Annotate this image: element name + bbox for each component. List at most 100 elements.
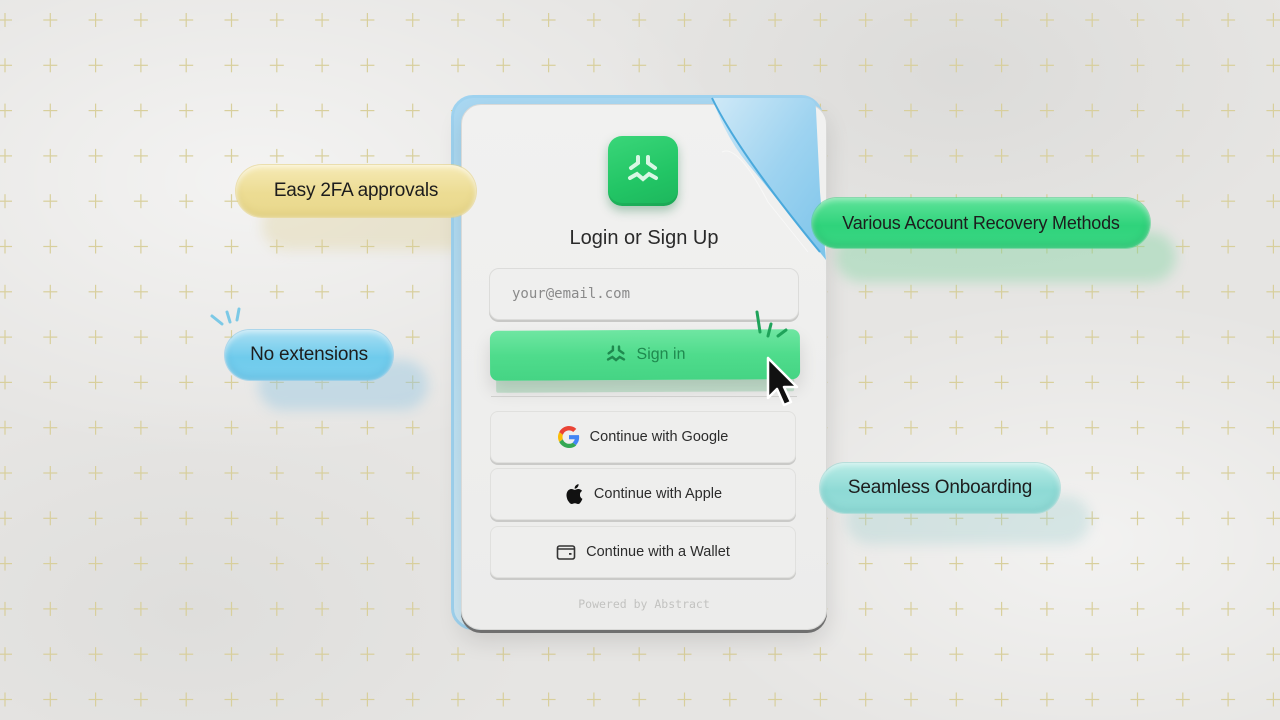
grid-cross: [43, 601, 58, 616]
apple-icon: [566, 484, 583, 505]
abstract-logo-icon: [628, 155, 658, 182]
grid-cross: [949, 692, 964, 707]
grid-cross: [88, 375, 103, 390]
grid-cross: [43, 692, 58, 707]
grid-cross: [1130, 13, 1145, 27]
grid-cross: [904, 375, 918, 390]
grid-cross: [1175, 375, 1190, 390]
grid-cross: [858, 647, 873, 662]
login-title: Login or Sign Up: [569, 227, 719, 249]
grid-cross: [0, 375, 12, 390]
grid-cross: [360, 13, 375, 27]
grid-cross: [768, 13, 783, 27]
grid-cross: [632, 58, 647, 73]
grid-cross: [0, 58, 12, 73]
grid-cross: [1221, 375, 1236, 390]
grid-cross: [858, 148, 873, 163]
grid-cross: [858, 330, 873, 345]
grid-cross: [949, 601, 964, 616]
grid-cross: [43, 239, 58, 254]
grid-cross: [1175, 239, 1190, 254]
grid-cross: [994, 13, 1009, 27]
grid-cross: [1039, 375, 1054, 390]
continue-with-google-button[interactable]: Continue with Google: [490, 411, 796, 463]
grid-cross: [1175, 556, 1190, 571]
feature-pill-2fa: Easy 2FA approvals: [236, 165, 476, 217]
grid-cross: [1221, 13, 1236, 27]
grid-cross: [133, 330, 148, 345]
continue-with-wallet-button[interactable]: Continue with a Wallet: [490, 526, 796, 578]
grid-cross: [1266, 420, 1280, 435]
grid-cross: [994, 601, 1009, 616]
grid-cross: [133, 194, 148, 209]
grid-cross: [1130, 58, 1145, 73]
grid-cross: [541, 13, 556, 27]
grid-cross: [269, 647, 284, 662]
grid-cross: [949, 647, 964, 662]
grid-cross: [858, 692, 873, 707]
grid-cross: [179, 194, 194, 209]
grid-cross: [224, 13, 239, 27]
grid-cross: [1085, 466, 1100, 480]
grid-cross: [179, 330, 194, 345]
grid-cross: [315, 647, 330, 662]
grid-cross: [43, 148, 58, 163]
grid-cross: [949, 375, 964, 390]
grid-cross: [632, 13, 647, 27]
grid-cross: [1266, 103, 1280, 118]
grid-cross: [0, 13, 12, 27]
grid-cross: [269, 556, 284, 571]
grid-cross: [88, 239, 103, 254]
grid-cross: [405, 284, 420, 299]
grid-cross: [1085, 601, 1100, 616]
feature-pill-label: Seamless Onboarding: [847, 477, 1033, 498]
grid-cross: [224, 692, 239, 707]
grid-cross: [43, 420, 58, 435]
grid-cross: [88, 420, 103, 435]
grid-cross: [133, 13, 148, 27]
grid-cross: [1175, 601, 1190, 616]
grid-cross: [994, 647, 1009, 662]
grid-cross: [1175, 103, 1190, 118]
feature-pill-no-extensions: No extensions: [225, 330, 393, 380]
grid-cross: [269, 284, 284, 299]
grid-cross: [858, 420, 873, 435]
grid-cross: [0, 194, 12, 209]
grid-cross: [677, 13, 692, 27]
grid-cross: [1266, 330, 1280, 345]
grid-cross: [405, 330, 420, 345]
grid-cross: [904, 148, 918, 163]
grid-cross: [904, 601, 918, 616]
grid-cross: [88, 194, 103, 209]
grid-cross: [179, 58, 194, 73]
grid-cross: [0, 556, 12, 571]
grid-cross: [360, 556, 375, 571]
grid-cross: [88, 148, 103, 163]
grid-cross: [541, 647, 556, 662]
grid-cross: [133, 239, 148, 254]
grid-cross: [43, 13, 58, 27]
grid-cross: [1266, 647, 1280, 662]
grid-cross: [586, 647, 601, 662]
grid-cross: [1175, 148, 1190, 163]
grid-cross: [858, 13, 873, 27]
grid-cross: [813, 692, 828, 707]
grid-cross: [179, 556, 194, 571]
grid-cross: [768, 692, 783, 707]
wallet-icon: [556, 545, 576, 560]
grid-cross: [88, 58, 103, 73]
grid-cross: [1221, 284, 1236, 299]
grid-cross: [677, 647, 692, 662]
grid-cross: [224, 420, 239, 435]
grid-cross: [405, 556, 420, 571]
continue-with-apple-button[interactable]: Continue with Apple: [490, 468, 796, 520]
grid-cross: [1175, 284, 1190, 299]
grid-cross: [360, 148, 375, 163]
grid-cross: [315, 13, 330, 27]
grid-cross: [179, 466, 194, 480]
grid-cross: [269, 103, 284, 118]
grid-cross: [43, 284, 58, 299]
grid-cross: [133, 148, 148, 163]
grid-cross: [1130, 148, 1145, 163]
grid-cross: [0, 330, 12, 345]
